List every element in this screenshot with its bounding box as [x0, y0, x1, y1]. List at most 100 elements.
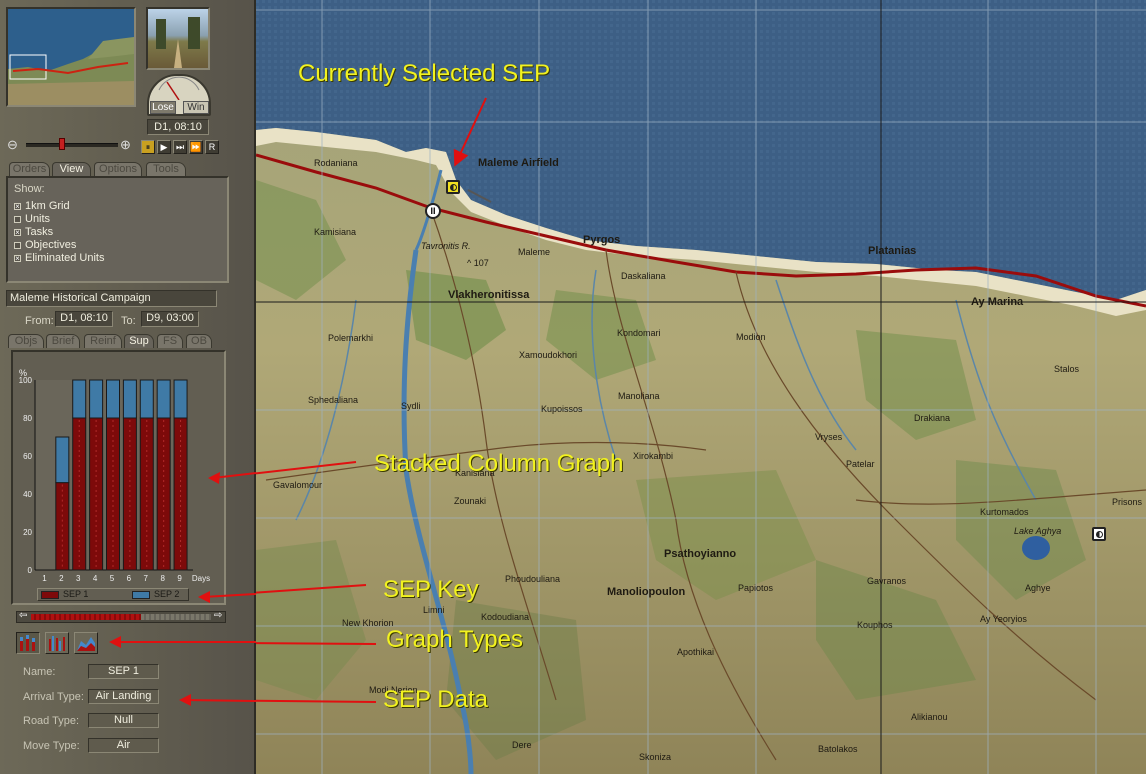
supply-chart-frame: % 0 20 40 60 80 100 1 2 3 4 5 6 7 8 9 Days SEP 1 SEP 2: [11, 350, 226, 605]
y-tick-label: 40: [23, 490, 32, 499]
graph-type-bars-button[interactable]: [45, 632, 69, 654]
place-label: Kodoudiana: [481, 612, 530, 622]
replay-button[interactable]: R: [205, 140, 219, 154]
stacked-column-graph: %0204060801001 2 3 4 5 6 7 8 9 Days: [19, 368, 210, 583]
view-option-label: Objectives: [25, 239, 77, 251]
checkbox-eliminated-units[interactable]: ×: [14, 255, 21, 263]
place-label: Kouphos: [857, 620, 893, 630]
sep2-key-label: SEP 2: [154, 589, 180, 599]
gauge-needle: [158, 76, 200, 100]
subtab-fs[interactable]: FS: [157, 334, 183, 348]
place-label: Lake Aghya: [1014, 526, 1062, 536]
y-tick-label: 60: [23, 452, 32, 461]
x-tick-label: 8: [160, 574, 165, 583]
subtab-ob[interactable]: OB: [186, 334, 212, 348]
sep-marker[interactable]: [1092, 527, 1106, 541]
bar-sep2: [106, 379, 120, 419]
place-label: Vryses: [815, 432, 843, 442]
graph-type-stacked-button[interactable]: [16, 632, 40, 654]
sep-symbol-icon: [1096, 531, 1103, 538]
bar-sep2: [139, 379, 154, 419]
minimap-terrain: [8, 37, 134, 105]
tactical-map[interactable]: II Rodaniana Maleme Airfield Kamisiana Tavr…: [256, 0, 1146, 774]
tab-tools[interactable]: Tools: [146, 162, 186, 176]
x-tick-label: 6: [127, 574, 132, 583]
zoom-in-icon[interactable]: ⊕: [120, 137, 131, 153]
sep-name-field: SEP 1: [88, 664, 159, 679]
campaign-name: Maleme Historical Campaign: [6, 290, 217, 307]
tab-orders[interactable]: Orders: [9, 162, 50, 176]
place-label: Patelar: [846, 459, 875, 469]
annotation-selected-sep: Currently Selected SEP: [298, 60, 551, 87]
scroll-left-icon[interactable]: ⇦: [19, 610, 27, 621]
x-tick-label: 3: [76, 574, 81, 583]
zoom-out-icon[interactable]: ⊖: [7, 137, 18, 153]
place-label: Vlakheronitissa: [448, 289, 530, 301]
move-type-field: Air: [88, 738, 159, 753]
tab-view[interactable]: View: [52, 162, 91, 176]
place-label: Xamoudokhori: [519, 350, 578, 360]
place-label: Psathoyianno: [664, 548, 737, 560]
scroll-right-icon[interactable]: ⇨: [214, 610, 222, 621]
place-label: ^ 107: [467, 258, 489, 268]
bar-sep2: [55, 436, 70, 484]
checkbox-units[interactable]: [14, 216, 21, 223]
subtab-brief[interactable]: Brief: [46, 334, 80, 348]
bar-sep2: [122, 379, 137, 419]
selected-sep-marker[interactable]: [446, 180, 460, 194]
place-label: Papiotos: [738, 583, 774, 593]
chart-scrollbar[interactable]: ⇦ ⇨: [16, 610, 226, 623]
win-label: Win: [183, 101, 209, 114]
place-label: Stalos: [1054, 364, 1080, 374]
overview-minimap[interactable]: [6, 7, 136, 107]
checkbox-1km-grid[interactable]: ×: [14, 203, 21, 211]
subtab-objs[interactable]: Objs: [8, 334, 44, 348]
subtab-sup[interactable]: Sup: [124, 334, 154, 348]
place-label: Maleme Airfield: [478, 157, 559, 169]
x-tick-label: 2: [59, 574, 64, 583]
pause-button[interactable]: ⏸: [141, 140, 155, 154]
scrollbar-thumb[interactable]: [31, 614, 141, 620]
y-tick-label: 20: [23, 528, 32, 537]
zoom-slider-thumb[interactable]: [59, 138, 65, 150]
zoom-slider[interactable]: [26, 143, 118, 147]
y-tick-label: 80: [23, 414, 32, 423]
view-option-label: Tasks: [25, 226, 54, 238]
view-option-label: Units: [25, 213, 51, 225]
sep-key: SEP 1 SEP 2: [37, 588, 189, 601]
play-button[interactable]: ▶: [157, 140, 171, 154]
sep-symbol-icon: [450, 184, 457, 191]
place-label: Phoudouliana: [505, 574, 561, 584]
place-label: Ay Yeoryios: [980, 614, 1027, 624]
victory-gauge: Lose Win: [147, 74, 211, 116]
place-label: Platanias: [868, 245, 917, 257]
place-label: Batolakos: [818, 744, 858, 754]
sep2-swatch: [132, 591, 150, 599]
from-label: From:: [25, 315, 54, 327]
place-label: Skoniza: [639, 752, 672, 762]
objective-marker[interactable]: II: [425, 203, 441, 219]
place-label: Xirokambi: [633, 451, 674, 461]
place-label: Sphedaliana: [308, 395, 359, 405]
place-label: Alikianou: [911, 712, 948, 722]
annotation-graph-types: Graph Types: [386, 626, 523, 653]
place-label: Pyrgos: [583, 234, 621, 246]
tab-options[interactable]: Options: [94, 162, 142, 176]
checkbox-objectives[interactable]: [14, 242, 21, 249]
control-panel: Lose Win D1, 08:10 ⊖ ⊕ ⏸ ▶ ⏭ ⏩ R Orders View O…: [0, 0, 256, 774]
subtab-reinf[interactable]: Reinf: [84, 334, 122, 348]
step-button[interactable]: ⏭: [173, 140, 187, 154]
bar-sep2: [72, 379, 87, 419]
checkbox-tasks[interactable]: ×: [14, 229, 21, 237]
sep1-swatch: [41, 591, 59, 599]
from-time: D1, 08:10: [55, 311, 113, 327]
graph-type-area-button[interactable]: [74, 632, 98, 654]
road-type-field: Null: [88, 713, 159, 728]
fast-forward-button[interactable]: ⏩: [189, 140, 203, 154]
arrival-type-field: Air Landing: [88, 689, 159, 704]
place-label: Aghye: [1025, 583, 1051, 593]
grouped-bars-icon: [49, 636, 65, 651]
area-graph-icon: [77, 637, 95, 651]
place-label: Rodaniana: [314, 158, 358, 168]
place-label: Gavalomour: [273, 480, 323, 490]
